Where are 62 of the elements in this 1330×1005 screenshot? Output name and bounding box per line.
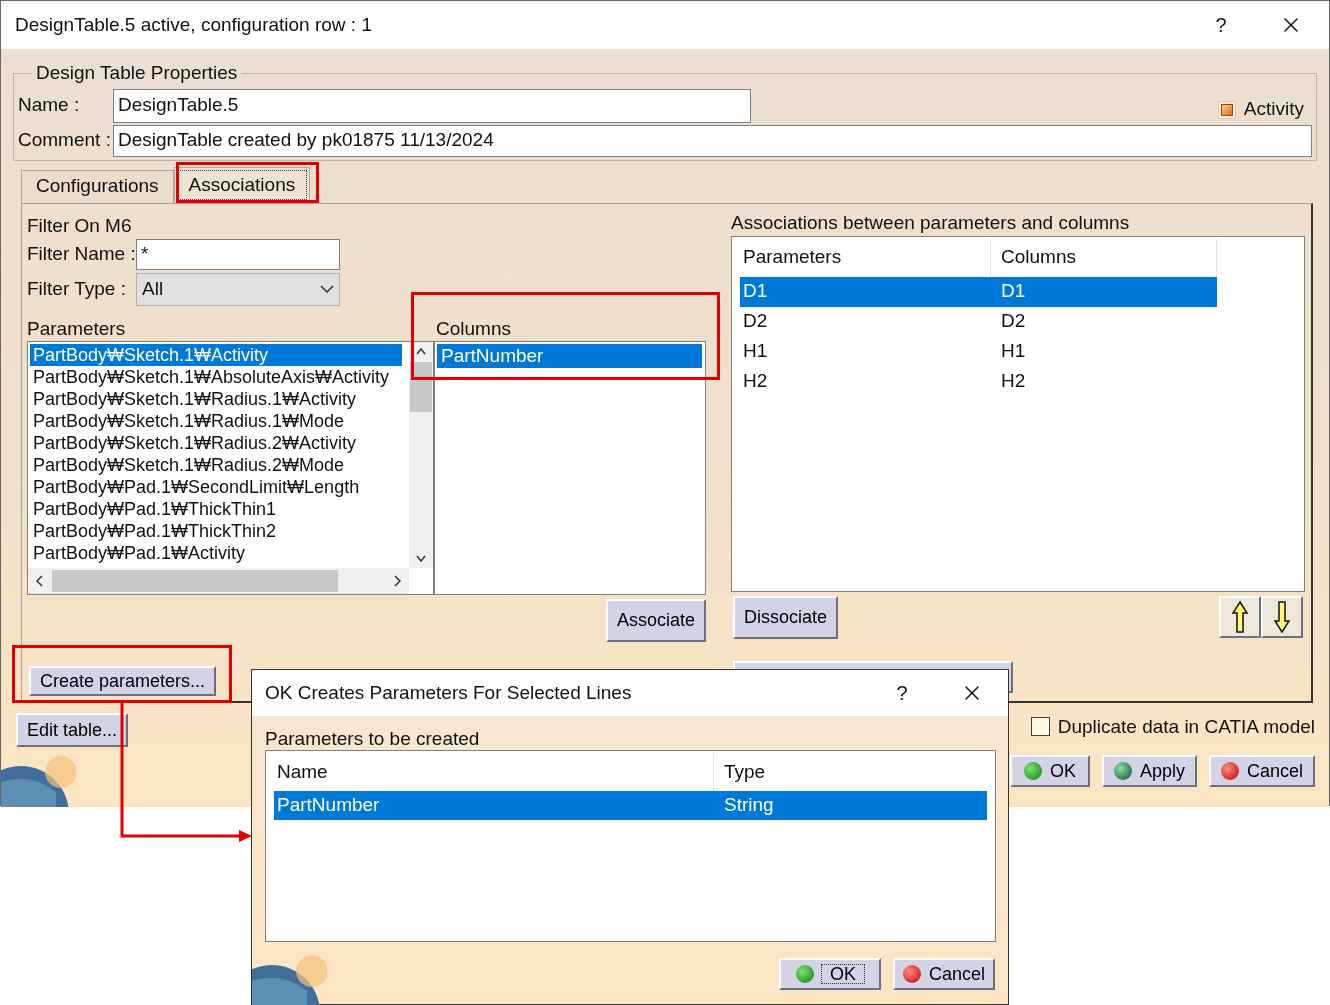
- vertical-scrollbar[interactable]: [409, 341, 433, 568]
- checkbox[interactable]: [1030, 717, 1050, 737]
- chevron-left-icon[interactable]: [34, 573, 46, 588]
- filter-type-dropdown[interactable]: All: [136, 273, 340, 306]
- table-row[interactable]: H1 H1: [740, 336, 1217, 367]
- filter-name-label: Filter Name :: [27, 241, 136, 266]
- scroll-thumb[interactable]: [52, 569, 338, 592]
- column-header[interactable]: Columns: [991, 238, 1217, 277]
- columns-label: Columns: [435, 316, 512, 341]
- dialog-button[interactable]: Cancel: [893, 958, 995, 990]
- parameters-label: Parameters: [27, 316, 127, 341]
- filter-name-field[interactable]: *: [136, 238, 340, 270]
- list-item[interactable]: PartBody₩Sketch.1₩Radius.1₩Activity: [30, 387, 409, 410]
- table-row[interactable]: D2 D2: [740, 306, 1217, 337]
- move-up-button[interactable]: [1219, 595, 1261, 638]
- list-item[interactable]: PartBody₩Sketch.1₩Activity: [30, 343, 402, 366]
- chevron-down-icon: [320, 285, 334, 294]
- list-item[interactable]: PartBody₩Sketch.1₩Radius.2₩Activity: [30, 431, 409, 454]
- tab[interactable]: Configurations: [21, 169, 174, 203]
- create-parameters-button[interactable]: Create parameters...: [29, 665, 217, 696]
- chevron-right-icon[interactable]: [391, 573, 403, 588]
- list-item[interactable]: PartBody₩Pad.1₩ThickThin2: [30, 519, 409, 542]
- edit-table-button[interactable]: Edit table...: [16, 712, 129, 747]
- list-item[interactable]: PartBody₩Sketch.1₩Radius.1₩Mode: [30, 409, 409, 432]
- name-field[interactable]: DesignTable.5: [113, 88, 751, 123]
- column-header[interactable]: Parameters: [740, 238, 991, 277]
- comment-field[interactable]: DesignTable created by pk01875 11/13/2024: [113, 124, 1312, 157]
- column-header[interactable]: Type: [714, 753, 987, 791]
- list-item[interactable]: PartNumber: [437, 343, 702, 368]
- list-item[interactable]: PartBody₩Pad.1₩Activity: [30, 541, 409, 564]
- dialog-button[interactable]: OK: [779, 958, 881, 990]
- window-title: DesignTable.5 active, configuration row : 1: [15, 12, 372, 37]
- list-item[interactable]: PartBody₩Sketch.1₩Radius.2₩Mode: [30, 453, 409, 476]
- list-item[interactable]: PartBody₩Pad.1₩SecondLimit₩Length: [30, 475, 409, 498]
- dialog-button[interactable]: Apply: [1101, 755, 1197, 787]
- comment-label: Comment :: [18, 128, 112, 153]
- checkbox-label: Activity: [1243, 97, 1304, 122]
- popup-title: OK Creates Parameters For Selected Lines: [265, 680, 632, 705]
- tab[interactable]: Associations: [173, 166, 311, 203]
- down-arrow-icon: [1274, 600, 1290, 633]
- dissociate-button[interactable]: Dissociate: [733, 595, 839, 639]
- dialog-button[interactable]: OK: [1009, 755, 1090, 787]
- up-arrow-icon: [1232, 600, 1248, 633]
- horizontal-scrollbar[interactable]: [28, 567, 409, 594]
- name-label: Name :: [18, 93, 81, 118]
- help-button[interactable]: ?: [1209, 10, 1233, 40]
- checkbox-label: Duplicate data in CATIA model: [1057, 714, 1315, 739]
- table-row[interactable]: PartNumber String: [274, 791, 987, 820]
- group-title: Design Table Properties: [35, 61, 239, 85]
- section-label: Parameters to be created: [265, 728, 481, 750]
- table-row[interactable]: D1 D1: [740, 276, 1217, 307]
- list-item[interactable]: PartBody₩Pad.1₩ThickThin1: [30, 497, 409, 520]
- associate-button[interactable]: Associate: [605, 598, 706, 642]
- scroll-thumb[interactable]: [410, 361, 432, 412]
- table-row[interactable]: H2 H2: [740, 366, 1217, 397]
- filter-type-label: Filter Type :: [27, 277, 127, 302]
- filter-title: Filter On M6: [27, 213, 133, 238]
- associations-label: Associations between parameters and columns: [731, 211, 1131, 235]
- dialog-button[interactable]: Cancel: [1208, 755, 1315, 787]
- move-down-button[interactable]: [1261, 595, 1303, 638]
- help-button[interactable]: ?: [890, 678, 914, 708]
- list-item[interactable]: PartBody₩Sketch.1₩AbsoluteAxis₩Activity: [30, 365, 409, 388]
